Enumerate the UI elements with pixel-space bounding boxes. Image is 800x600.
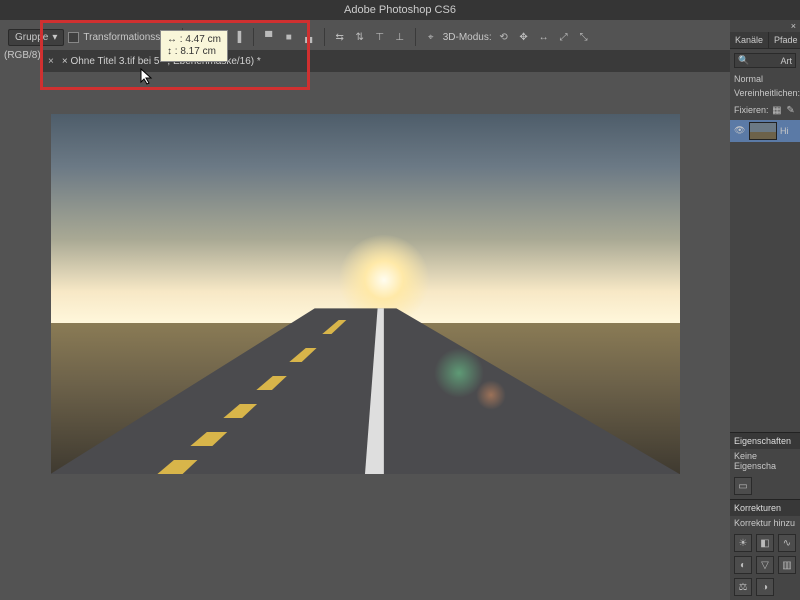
visibility-eye-icon[interactable]: 👁 — [734, 125, 746, 137]
unify-row: Vereinheitlichen: — [730, 86, 800, 100]
layer-name-label: Hi — [780, 126, 789, 136]
filter-kind-dropdown[interactable]: 🔍 Art — [734, 53, 796, 68]
options-bar: Gruppe ▾ Transformationsstrg. ▌ ▐ ▐ ▀ ■ … — [0, 20, 800, 54]
close-icon[interactable]: × — [791, 21, 796, 31]
adjustments-icons: ☀ ◧ ∿ ◐ ▽ ▥ ⚖ ◑ — [730, 530, 800, 600]
lock-pixels-icon[interactable]: ✎ — [785, 102, 796, 118]
lock-label: Fixieren: — [734, 105, 769, 115]
close-tab-icon[interactable]: × — [48, 56, 54, 67]
tab-channels[interactable]: Kanäle — [730, 32, 769, 48]
right-panel-dock: × Kanäle Pfade 🔍 Art Normal Vereinheitli… — [730, 20, 800, 600]
hue-icon[interactable]: ▥ — [778, 556, 796, 574]
align-bottom-icon[interactable]: ▄ — [301, 29, 317, 45]
tab-paths[interactable]: Pfade — [769, 32, 800, 48]
color-mode-label: (RGB/8) — [4, 50, 41, 61]
auto-select-icon[interactable]: ⌖ — [423, 29, 439, 45]
lock-row: Fixieren: ▦ ✎ — [730, 100, 800, 120]
adjustments-panel-heading[interactable]: Korrekturen — [730, 499, 800, 516]
layer-thumbnail — [749, 122, 777, 140]
3d-move-icon[interactable]: ↔ — [536, 29, 552, 45]
layer-row[interactable]: 👁 Hi — [730, 120, 800, 142]
3d-pan-icon[interactable]: ✥ — [516, 29, 532, 45]
separator — [324, 28, 325, 46]
app-title: Adobe Photoshop CS6 — [344, 4, 456, 16]
properties-body: Keine Eigenscha — [730, 449, 800, 473]
distribute-bottom-icon[interactable]: ⊥ — [392, 29, 408, 45]
bw-icon[interactable]: ◑ — [756, 578, 774, 596]
3d-rotate-icon[interactable]: ⤢ — [556, 29, 572, 45]
properties-panel-heading[interactable]: Eigenschaften — [730, 432, 800, 449]
transform-checkbox[interactable] — [68, 32, 79, 43]
blend-mode-row[interactable]: Normal — [730, 72, 800, 86]
align-right-icon[interactable]: ▐ — [230, 29, 246, 45]
align-vcenter-icon[interactable]: ■ — [281, 29, 297, 45]
chevron-down-icon: ▾ — [52, 32, 57, 43]
distribute-top-icon[interactable]: ⊤ — [372, 29, 388, 45]
group-label: Gruppe — [15, 32, 48, 43]
cursor-icon — [140, 68, 154, 86]
title-bar: Adobe Photoshop CS6 — [0, 0, 800, 20]
tooltip-width: ↔ : 4.47 cm — [167, 34, 221, 46]
3d-scale-icon[interactable]: ⤡ — [576, 29, 592, 45]
document-tab[interactable]: × × Ohne Titel 3.tif bei 5 , Ebenenmaske… — [48, 56, 261, 67]
panel-close-row: × — [730, 20, 800, 32]
workspace — [0, 76, 730, 600]
mode3d-label: 3D-Modus: — [443, 32, 492, 43]
blend-mode-label: Normal — [734, 74, 763, 84]
adjustments-body: Korrektur hinzu — [730, 516, 800, 530]
search-icon: 🔍 — [738, 55, 749, 66]
distribute-h-icon[interactable]: ⇆ — [332, 29, 348, 45]
separator — [415, 28, 416, 46]
image-canvas[interactable] — [51, 114, 680, 474]
distribute-v-icon[interactable]: ⇅ — [352, 29, 368, 45]
align-top-icon[interactable]: ▀ — [261, 29, 277, 45]
brightness-icon[interactable]: ☀ — [734, 534, 752, 552]
curves-icon[interactable]: ∿ — [778, 534, 796, 552]
lock-transparent-icon[interactable]: ▦ — [772, 102, 783, 118]
exposure-icon[interactable]: ◐ — [734, 556, 752, 574]
3d-orbit-icon[interactable]: ⟲ — [496, 29, 512, 45]
group-dropdown[interactable]: Gruppe ▾ — [8, 29, 64, 46]
properties-icons: ▭ — [730, 473, 800, 499]
tooltip-height: ↕ : 8.17 cm — [167, 46, 221, 58]
filter-kind-label: Art — [780, 56, 792, 66]
measurement-tooltip: ↔ : 4.47 cm ↕ : 8.17 cm — [160, 30, 228, 62]
colorbalance-icon[interactable]: ⚖ — [734, 578, 752, 596]
mask-icon[interactable]: ▭ — [734, 477, 752, 495]
layers-tabs: Kanäle Pfade — [730, 32, 800, 49]
vibrance-icon[interactable]: ▽ — [756, 556, 774, 574]
canvas-lens-flare-2 — [476, 380, 506, 410]
levels-icon[interactable]: ◧ — [756, 534, 774, 552]
separator — [253, 28, 254, 46]
document-title-prefix: × Ohne Titel 3.tif bei 5 — [62, 56, 160, 67]
